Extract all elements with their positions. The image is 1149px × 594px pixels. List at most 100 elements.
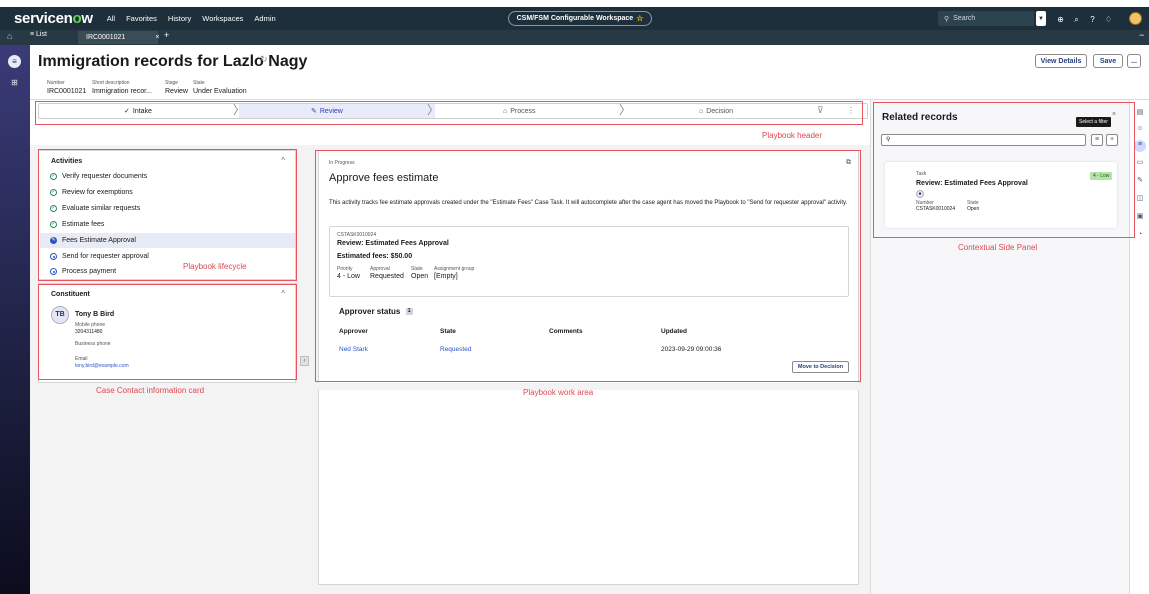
chevron-up-icon[interactable]: ^ xyxy=(281,289,285,298)
stage-decision[interactable]: ⌂ Decision xyxy=(699,104,733,118)
search-scope-dropdown[interactable]: ▼ xyxy=(1036,11,1046,26)
more-actions-button[interactable]: ... xyxy=(1127,54,1141,68)
approval-value: Requested xyxy=(370,273,404,280)
close-tab-icon[interactable]: × xyxy=(155,34,159,41)
related-search-input[interactable]: ⚲ xyxy=(881,134,1086,146)
lock-icon: ⌂ xyxy=(503,107,508,115)
in-progress-icon: ✎ xyxy=(50,237,57,244)
email-link[interactable]: tony.bird@example.com xyxy=(75,363,129,369)
stage-decision-label: Decision xyxy=(706,107,734,115)
annotation-work-area: Playbook work area xyxy=(523,388,594,397)
nav-history[interactable]: History xyxy=(168,14,191,23)
servicenow-logo[interactable]: servicenow xyxy=(14,10,93,27)
help-icon[interactable]: ? xyxy=(1088,15,1097,24)
collapse-panel-button[interactable]: ‹ xyxy=(300,356,309,366)
stage-review-label: Review xyxy=(319,107,343,115)
document-icon[interactable]: ▤ xyxy=(1135,108,1145,118)
task-title[interactable]: Review: Estimated Fees Approval xyxy=(337,240,449,247)
activity-description: This activity tracks fee estimate approv… xyxy=(329,200,848,206)
nav-all[interactable]: All xyxy=(107,14,115,23)
activity-label: Process payment xyxy=(62,268,117,275)
tab-record[interactable]: IRC0001021 × xyxy=(78,31,159,44)
sync-icon[interactable]: ↻ xyxy=(260,54,268,65)
save-button[interactable]: Save xyxy=(1093,54,1123,68)
pen-icon[interactable]: ✎ xyxy=(1135,176,1145,186)
filter-icon[interactable]: ⊽ xyxy=(817,104,824,118)
meta-number-value: IRC0001021 xyxy=(47,88,87,95)
activity-item[interactable]: ✓ Estimate fees xyxy=(40,217,295,232)
activity-label: Send for requester approval xyxy=(62,253,149,260)
activity-item[interactable]: ✓ Evaluate similar requests xyxy=(40,201,295,216)
list-menu-icon[interactable]: ≡ xyxy=(8,55,21,68)
view-details-button[interactable]: View Details xyxy=(1035,54,1087,68)
activity-label: Review for exemptions xyxy=(62,189,133,196)
global-nav: servicenow All Favorites History Workspa… xyxy=(0,7,1149,30)
open-external-icon[interactable]: ⧉ xyxy=(846,159,851,167)
activity-item-current[interactable]: ✎ Fees Estimate Approval xyxy=(40,233,295,248)
move-to-decision-button[interactable]: Move to Decision xyxy=(792,361,849,373)
stage-intake[interactable]: ✓ Intake xyxy=(124,104,152,118)
user-avatar[interactable] xyxy=(1129,12,1142,25)
right-rail: ▤ ☺ ≡ ▭ ✎ ◫ ▣ ◔ xyxy=(1129,100,1149,594)
nav-admin[interactable]: Admin xyxy=(254,14,275,23)
notes-icon[interactable]: ▣ xyxy=(1135,212,1145,222)
related-records-icon[interactable]: ≡ xyxy=(1134,140,1146,152)
more-vertical-icon[interactable]: ⋮ xyxy=(847,104,855,118)
knowledge-icon[interactable]: ▭ xyxy=(1135,158,1145,168)
approver-link[interactable]: Ned Stark xyxy=(339,346,368,353)
task-number: CSTASK0010024 xyxy=(337,232,377,238)
activity-item[interactable]: ✓ Review for exemptions xyxy=(40,185,295,200)
activity-label: Estimate fees xyxy=(62,221,105,228)
nav-favorites[interactable]: Favorites xyxy=(126,14,157,23)
related-record-card[interactable]: Task 4 - Low Review: Estimated Fees Appr… xyxy=(885,162,1117,228)
constituent-title: Constituent xyxy=(51,291,90,298)
activity-item[interactable]: Process payment xyxy=(40,264,295,279)
close-icon[interactable]: × xyxy=(1112,111,1116,118)
home-icon[interactable]: ⌂ xyxy=(7,31,12,41)
filter-list-button[interactable]: ≡ xyxy=(1091,134,1103,146)
related-title[interactable]: Review: Estimated Fees Approval xyxy=(916,180,1028,187)
stage-process[interactable]: ⌂ Process xyxy=(503,104,536,118)
assignment-group-label: Assignment group xyxy=(434,266,475,272)
agent-icon[interactable]: ☺ xyxy=(1135,124,1145,134)
minimize-icon[interactable]: − xyxy=(1139,30,1144,40)
chevron-up-icon[interactable]: ^ xyxy=(281,156,285,165)
annotation-contact: Case Contact information card xyxy=(96,386,205,395)
workspace-title-pill[interactable]: CSM/FSM Configurable Workspace ☆ xyxy=(508,11,652,26)
favorite-star-icon[interactable]: ☆ xyxy=(636,14,643,23)
tab-list[interactable]: ≡ List xyxy=(30,31,47,38)
check-icon: ✓ xyxy=(124,108,130,115)
clock-icon[interactable]: ◔ xyxy=(1135,230,1145,240)
col-approver: Approver xyxy=(339,328,368,335)
meta-stage-value: Review xyxy=(165,88,188,95)
approval-label: Approval xyxy=(370,266,390,272)
state-label: State xyxy=(411,266,423,272)
approver-status-title: Approver status 1 xyxy=(339,307,413,316)
related-type: Task xyxy=(916,171,927,177)
stage-review[interactable]: ✎ Review xyxy=(311,104,343,118)
left-rail: ≡ ⊞ xyxy=(0,45,30,594)
bell-icon[interactable]: ♢ xyxy=(1104,15,1113,24)
annotation-lifecycle: Playbook lifecycle xyxy=(183,262,247,271)
approver-state[interactable]: Requested xyxy=(440,346,471,353)
global-search-input[interactable]: ⚲ Search xyxy=(938,11,1034,26)
tab-strip: ⌂ ≡ List IRC0001021 × + − xyxy=(0,30,1149,45)
nav-workspaces[interactable]: Workspaces xyxy=(202,14,243,23)
add-related-button[interactable]: + xyxy=(1106,134,1118,146)
tree-icon[interactable]: ⊞ xyxy=(8,76,21,89)
pencil-icon: ✎ xyxy=(311,108,317,115)
contacts-icon[interactable]: ◫ xyxy=(1135,194,1145,204)
task-card[interactable]: CSTASK0010024 Review: Estimated Fees App… xyxy=(329,226,849,297)
activity-item[interactable]: Send for requester approval xyxy=(40,249,295,264)
state-value: Open xyxy=(411,273,429,280)
chat-icon[interactable]: ⌕ xyxy=(1072,15,1081,24)
assignment-group-value: [Empty] xyxy=(434,273,458,280)
add-tab-icon[interactable]: + xyxy=(164,30,169,40)
meta-short-description-label: Short description xyxy=(92,80,130,86)
chevron-right-icon: 〉 xyxy=(233,103,246,117)
globe-icon[interactable]: ⊕ xyxy=(1056,15,1065,24)
constituent-card: Constituent ^ TB Tony B Bird Mobile phon… xyxy=(38,283,296,383)
activity-item[interactable]: ✓ Verify requester documents xyxy=(40,169,295,184)
constituent-name[interactable]: Tony B Bird xyxy=(75,311,114,318)
business-phone-label: Business phone xyxy=(75,341,111,347)
